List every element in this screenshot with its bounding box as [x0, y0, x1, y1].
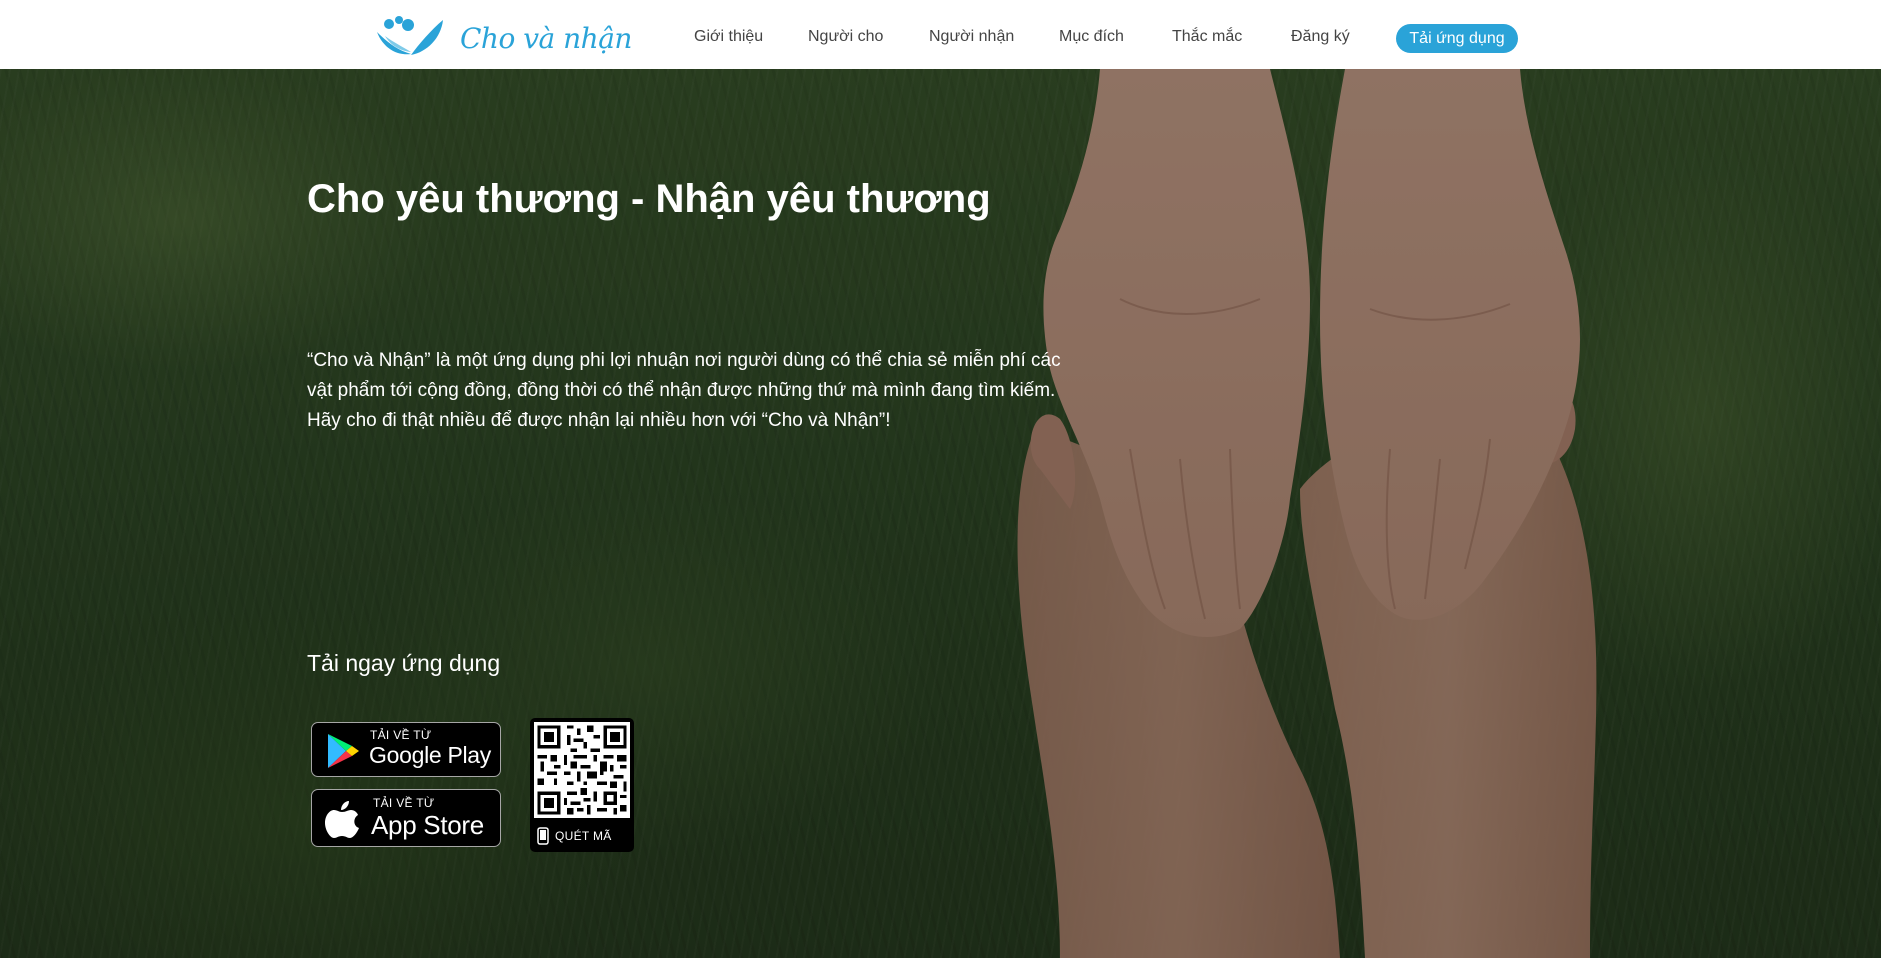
qr-code — [534, 722, 630, 818]
apple-icon — [325, 801, 359, 838]
hero-description: “Cho và Nhận” là một ứng dụng phi lợi nh… — [307, 346, 1067, 436]
app-store-badge[interactable]: TẢI VỀ TỪ App Store — [311, 789, 501, 847]
download-section-title: Tải ngay ứng dụng — [307, 650, 501, 676]
google-play-badge[interactable]: TẢI VỀ TỪ Google Play — [311, 722, 501, 777]
nav-item-dang-ky[interactable]: Đăng ký — [1291, 28, 1350, 46]
nav-item-nguoi-nhan[interactable]: Người nhận — [929, 28, 1014, 46]
download-app-button[interactable]: Tải ứng dụng — [1396, 24, 1518, 53]
site-header: Cho và nhận Giới thiệu Người cho Người n… — [0, 0, 1881, 69]
brand-logo[interactable]: Cho và nhận — [375, 10, 632, 62]
app-store-small-label: TẢI VỀ TỪ — [373, 796, 435, 810]
hands-heart-icon — [377, 16, 443, 55]
app-store-label: App Store — [371, 810, 484, 840]
hero-description-line: Hãy cho đi thật nhiều để được nhận lại n… — [307, 410, 891, 431]
google-play-label: Google Play — [369, 742, 491, 768]
google-play-small-label: TẢI VỀ TỪ — [370, 728, 432, 742]
nav-item-muc-dich[interactable]: Mục đích — [1059, 28, 1124, 46]
hero-section: Cho yêu thương - Nhận yêu thương “Cho và… — [0, 69, 1881, 958]
google-play-icon — [328, 734, 359, 768]
nav-item-thac-mac[interactable]: Thắc mắc — [1172, 28, 1242, 46]
qr-code-card[interactable]: QUÉT MÃ — [530, 718, 634, 852]
phone-icon — [537, 827, 549, 845]
brand-name: Cho và nhận — [460, 22, 632, 55]
nav-item-gioi-thieu[interactable]: Giới thiệu — [694, 28, 763, 46]
hero-description-line: “Cho và Nhận” là một ứng dụng phi lợi nh… — [307, 350, 1061, 401]
hero-title: Cho yêu thương - Nhận yêu thương — [307, 177, 991, 221]
qr-label: QUÉT MÃ — [555, 829, 612, 843]
nav-item-nguoi-cho[interactable]: Người cho — [808, 28, 883, 46]
